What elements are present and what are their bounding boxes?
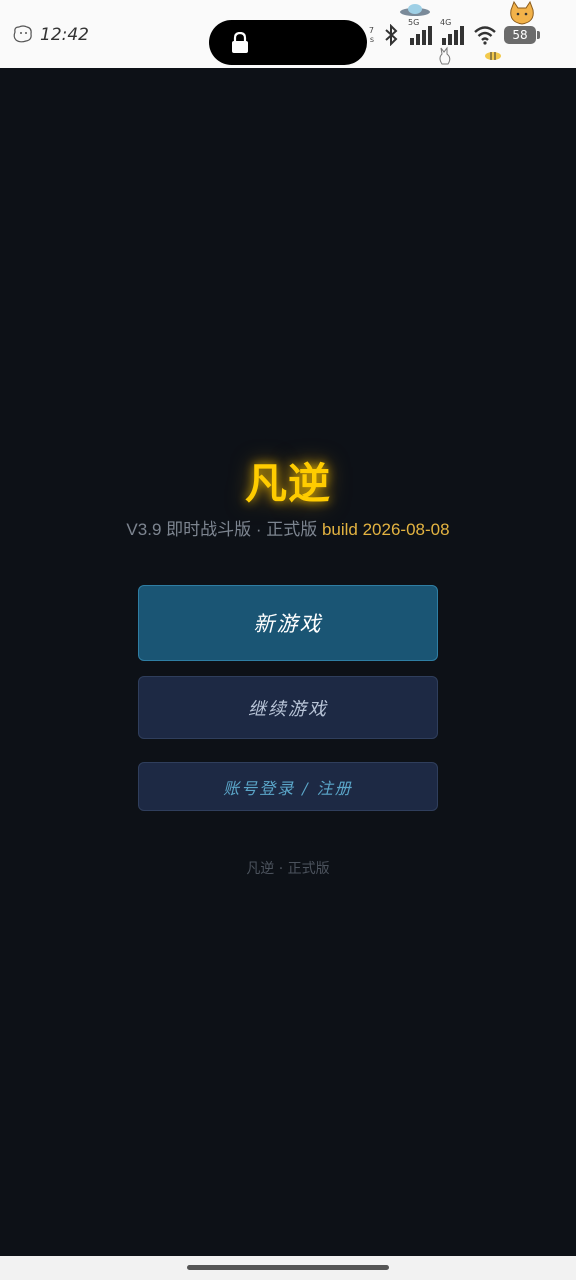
navigation-bar (0, 1256, 576, 1280)
account-login-button[interactable]: 账号登录 / 注册 (138, 762, 438, 811)
bluetooth-icon (385, 24, 398, 46)
wifi-icon (474, 26, 496, 45)
battery-icon: 58 (504, 26, 540, 44)
account-login-label: 账号登录 / 注册 (223, 778, 353, 798)
lock-icon (232, 32, 248, 53)
home-indicator[interactable] (187, 1265, 389, 1270)
bee-sticker-icon (485, 52, 501, 60)
continue-game-label: 继续游戏 (248, 698, 328, 720)
version-text: V3.9 即时战斗版 · 正式版 (126, 520, 322, 539)
network-speed: 7 s (368, 26, 374, 44)
status-bar: 12:42 7 s 5G 4G 58 (0, 0, 576, 68)
new-game-label: 新游戏 (253, 612, 323, 636)
game-title: 凡逆 (244, 459, 331, 508)
version-info: V3.9 即时战斗版 · 正式版 build 2026-08-08 (0, 515, 576, 540)
build-text: build 2026-08-08 (321, 520, 450, 539)
bunny-sticker-icon (439, 46, 451, 65)
footer-text: 凡逆 · 正式版 (246, 861, 330, 877)
dynamic-island (209, 20, 367, 65)
status-icons: 7 s 5G 4G 58 (360, 18, 540, 48)
status-time: 12:42 (40, 25, 89, 45)
continue-game-button[interactable]: 继续游戏 (138, 676, 438, 739)
new-game-button[interactable]: 新游戏 (138, 585, 438, 661)
sticker-decoration-icon (13, 25, 32, 43)
signal-4g-icon: 4G (440, 18, 466, 46)
start-screen: 凡逆 V3.9 即时战斗版 · 正式版 build 2026-08-08 新游戏… (0, 68, 576, 1256)
signal-5g-icon: 5G (408, 18, 434, 46)
